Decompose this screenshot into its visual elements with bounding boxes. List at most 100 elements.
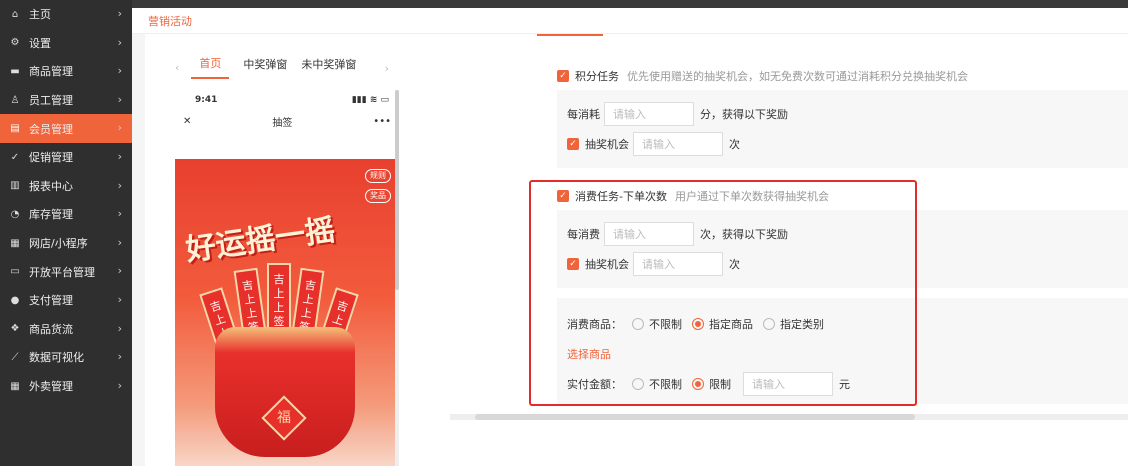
chevron-right-icon: › bbox=[117, 35, 122, 49]
chevron-right-icon: › bbox=[117, 350, 122, 364]
member-icon: ▤ bbox=[10, 123, 20, 135]
points-task-checkbox[interactable]: ✓ bbox=[557, 70, 569, 82]
fu-text: 福 bbox=[277, 410, 291, 426]
flow-icon: ❖ bbox=[10, 323, 20, 335]
chevron-right-icon: › bbox=[117, 207, 122, 221]
phone-page-title: 抽签 bbox=[272, 117, 293, 129]
phone-preview: ‹ 首页 中奖弹窗 未中奖弹窗 › 9:41 ▮▮▮ ≋ ▭ ✕ 抽签 ••• … bbox=[175, 54, 403, 466]
main-content: ‹ 首页 中奖弹窗 未中奖弹窗 › 9:41 ▮▮▮ ≋ ▭ ✕ 抽签 ••• … bbox=[145, 34, 1128, 466]
report-icon: ▥ bbox=[10, 180, 20, 192]
stock-icon: ◔ bbox=[10, 208, 20, 220]
sidebar-item-label: 商品货流 bbox=[29, 322, 73, 336]
highlight-frame bbox=[529, 180, 917, 406]
sidebar-item-9[interactable]: ▭ 开放平台管理 › bbox=[0, 257, 132, 286]
points-task-panel: 每消耗 请输入 分，获得以下奖励 ✓ 抽奖机会 请输入 次 bbox=[557, 90, 1128, 168]
rules-badge: 规则 bbox=[365, 169, 391, 183]
sidebar-item-1[interactable]: ⚙ 设置 › bbox=[0, 29, 132, 58]
sidebar-item-12[interactable]: ⟋ 数据可视化 › bbox=[0, 343, 132, 372]
phone-status-bar: 9:41 ▮▮▮ ≋ ▭ bbox=[175, 90, 399, 110]
breadcrumb[interactable]: 营销活动 bbox=[148, 13, 192, 29]
breadcrumb-bar: 营销活动 bbox=[132, 8, 1128, 34]
sidebar-item-label: 数据可视化 bbox=[29, 351, 84, 365]
phone-frame: 9:41 ▮▮▮ ≋ ▭ ✕ 抽签 ••• 规则 奖品 好运摇一摇 吉上上签 吉上… bbox=[175, 90, 399, 466]
status-time: 9:41 bbox=[195, 95, 218, 105]
phone-title-bar: ✕ 抽签 ••• bbox=[175, 110, 399, 132]
home-icon: ⌂ bbox=[11, 8, 19, 20]
chevron-right-icon: › bbox=[117, 7, 122, 20]
top-bar bbox=[132, 0, 1128, 8]
sidebar-item-label: 员工管理 bbox=[29, 94, 73, 108]
sidebar-item-label: 开放平台管理 bbox=[29, 265, 95, 279]
gear-icon: ⚙ bbox=[10, 37, 20, 49]
chevron-right-icon: › bbox=[117, 64, 122, 78]
sidebar-item-11[interactable]: ❖ 商品货流 › bbox=[0, 315, 132, 344]
active-section-indicator bbox=[537, 34, 603, 36]
sidebar-item-label: 网店/小程序 bbox=[29, 237, 88, 251]
poster-title: 好运摇一摇 bbox=[183, 212, 338, 269]
signal-wifi-battery-icon: ▮▮▮ ≋ ▭ bbox=[351, 95, 389, 105]
sidebar-item-2[interactable]: ▬ 商品管理 › bbox=[0, 57, 132, 86]
platform-icon: ▭ bbox=[10, 266, 20, 278]
sidebar-item-0[interactable]: ⌂ 主页 › bbox=[0, 0, 132, 29]
points-chance-input[interactable]: 请输入 bbox=[633, 132, 723, 156]
sidebar-item-6[interactable]: ▥ 报表中心 › bbox=[0, 172, 132, 201]
sidebar-item-10[interactable]: ● 支付管理 › bbox=[0, 286, 132, 315]
sidebar-item-3[interactable]: ♙ 员工管理 › bbox=[0, 86, 132, 115]
pay-icon: ● bbox=[10, 294, 20, 306]
chevron-right-icon: › bbox=[117, 292, 122, 306]
sidebar-item-label: 报表中心 bbox=[29, 179, 73, 193]
sidebar-item-label: 外卖管理 bbox=[29, 380, 73, 394]
sidebar-item-label: 会员管理 bbox=[29, 122, 73, 136]
more-icon: ••• bbox=[373, 115, 391, 127]
points-task-label: 积分任务 bbox=[575, 70, 619, 83]
promo-icon: ✓ bbox=[10, 151, 20, 163]
preview-tabs: ‹ 首页 中奖弹窗 未中奖弹窗 › bbox=[175, 54, 403, 80]
goods-icon: ▬ bbox=[10, 65, 20, 77]
sidebar: ⌂ 主页 › ⚙ 设置 › ▬ 商品管理 › ♙ 员工管理 › ▤ 会员管理 › ✓ 促销管理 › ▥ 报表中心 › ◔ 库… bbox=[0, 0, 132, 466]
sidebar-item-label: 支付管理 bbox=[29, 294, 73, 308]
phone-scrollbar[interactable] bbox=[395, 90, 399, 466]
tab-home[interactable]: 首页 bbox=[191, 55, 230, 79]
points-consume-input[interactable]: 请输入 bbox=[604, 102, 694, 126]
chevron-right-icon: › bbox=[117, 149, 122, 163]
tabs-left-arrow-icon[interactable]: ‹ bbox=[175, 61, 179, 74]
tab-lose-popup[interactable]: 未中奖弹窗 bbox=[301, 56, 356, 78]
sidebar-item-7[interactable]: ◔ 库存管理 › bbox=[0, 200, 132, 229]
sidebar-item-label: 设置 bbox=[29, 36, 51, 50]
staff-icon: ♙ bbox=[10, 94, 20, 106]
chevron-right-icon: › bbox=[117, 121, 122, 135]
chevron-right-icon: › bbox=[117, 264, 122, 278]
points-consume-row: 每消耗 请输入 分，获得以下奖励 bbox=[567, 102, 788, 126]
points-chance-row: ✓ 抽奖机会 请输入 次 bbox=[567, 132, 740, 156]
close-icon: ✕ bbox=[183, 115, 192, 127]
tabs-right-arrow-icon[interactable]: › bbox=[385, 62, 389, 75]
points-task-row: ✓ 积分任务 优先使用赠送的抽奖机会，如无免费次数可通过消耗积分兑换抽奖机会 bbox=[557, 68, 968, 84]
horizontal-scrollbar[interactable] bbox=[450, 414, 1128, 420]
chevron-right-icon: › bbox=[117, 178, 122, 192]
fu-emblem: 福 bbox=[261, 395, 307, 441]
points-task-hint: 优先使用赠送的抽奖机会，如无免费次数可通过消耗积分兑换抽奖机会 bbox=[627, 70, 968, 83]
points-chance-label: 抽奖机会 bbox=[585, 138, 629, 151]
chevron-right-icon: › bbox=[117, 235, 122, 249]
sidebar-item-label: 商品管理 bbox=[29, 65, 73, 79]
shop-icon: ▦ bbox=[10, 237, 20, 249]
prizes-badge: 奖品 bbox=[365, 189, 391, 203]
lottery-bucket-image: 福 bbox=[215, 327, 355, 457]
chevron-right-icon: › bbox=[117, 92, 122, 106]
sidebar-item-label: 促销管理 bbox=[29, 151, 73, 165]
sidebar-item-label: 库存管理 bbox=[29, 208, 73, 222]
sidebar-item-8[interactable]: ▦ 网店/小程序 › bbox=[0, 229, 132, 258]
takeout-icon: ▦ bbox=[10, 380, 20, 392]
sidebar-item-13[interactable]: ▦ 外卖管理 › bbox=[0, 372, 132, 401]
sidebar-item-4[interactable]: ▤ 会员管理 › bbox=[0, 114, 132, 143]
tab-win-popup[interactable]: 中奖弹窗 bbox=[243, 56, 287, 78]
sidebar-item-label: 主页 bbox=[29, 8, 51, 22]
chevron-right-icon: › bbox=[117, 321, 122, 335]
lottery-poster: 规则 奖品 好运摇一摇 吉上上签 吉上上签 吉上上签 吉上上签 吉上上签 福 bbox=[175, 159, 395, 466]
points-consume-prefix: 每消耗 bbox=[567, 108, 600, 121]
points-chance-checkbox[interactable]: ✓ bbox=[567, 138, 579, 150]
points-chance-suffix: 次 bbox=[729, 138, 740, 151]
chart-icon: ⟋ bbox=[11, 351, 19, 363]
sidebar-item-5[interactable]: ✓ 促销管理 › bbox=[0, 143, 132, 172]
points-consume-suffix: 分，获得以下奖励 bbox=[700, 108, 788, 121]
